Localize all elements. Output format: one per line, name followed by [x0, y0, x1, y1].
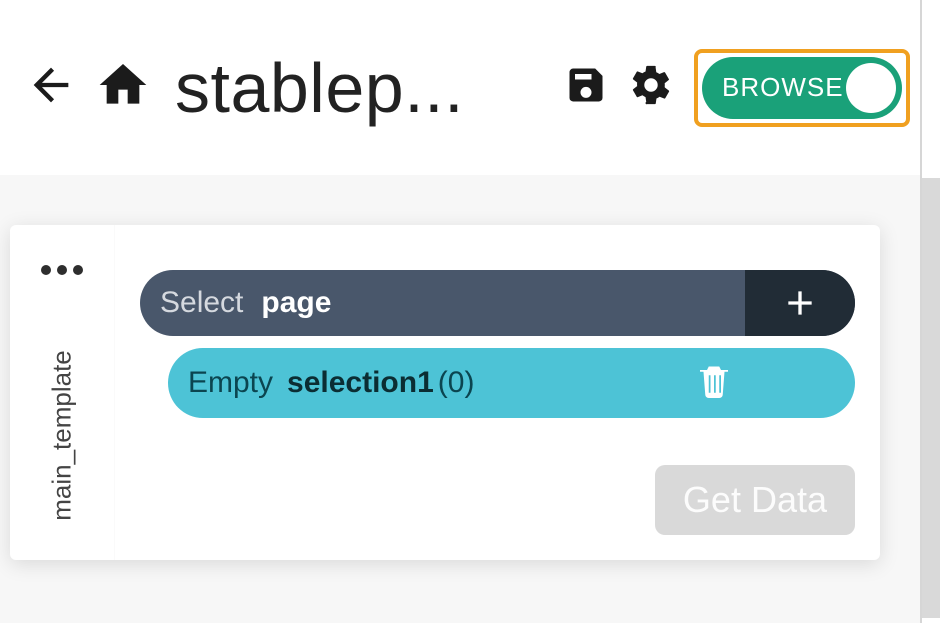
card-body: Select page Empty selection1 (0) Get Dat… — [115, 225, 880, 560]
select-bar[interactable]: Select page — [140, 270, 855, 336]
trash-icon[interactable] — [693, 360, 735, 407]
save-icon[interactable] — [564, 63, 608, 112]
selection-row[interactable]: Empty selection1 (0) — [168, 348, 855, 418]
browse-toggle-highlight: BROWSE — [694, 49, 910, 127]
vertical-scrollbar[interactable] — [922, 178, 940, 618]
toggle-knob — [846, 63, 896, 113]
get-data-button[interactable]: Get Data — [655, 465, 855, 535]
more-icon[interactable] — [10, 265, 114, 275]
page-title: stablep... — [175, 48, 464, 128]
template-card: main_template Select page Empty selectio… — [10, 225, 880, 560]
back-icon[interactable] — [25, 59, 77, 116]
select-label: Select — [160, 286, 243, 320]
template-tab-label[interactable]: main_template — [47, 350, 78, 521]
add-selection-button[interactable] — [745, 270, 855, 336]
selection-name: selection1 — [287, 366, 434, 400]
gear-icon[interactable] — [628, 62, 674, 113]
browse-toggle[interactable]: BROWSE — [702, 57, 902, 119]
select-value: page — [261, 286, 331, 320]
selection-status: Empty — [188, 366, 273, 400]
selection-count: (0) — [438, 366, 475, 400]
header-actions: BROWSE — [564, 49, 920, 127]
header-bar: stablep... BROWSE — [0, 0, 920, 175]
home-icon[interactable] — [95, 57, 151, 118]
card-sidebar: main_template — [10, 225, 115, 560]
panel-region: main_template Select page Empty selectio… — [0, 175, 920, 623]
browse-toggle-label: BROWSE — [722, 72, 844, 103]
